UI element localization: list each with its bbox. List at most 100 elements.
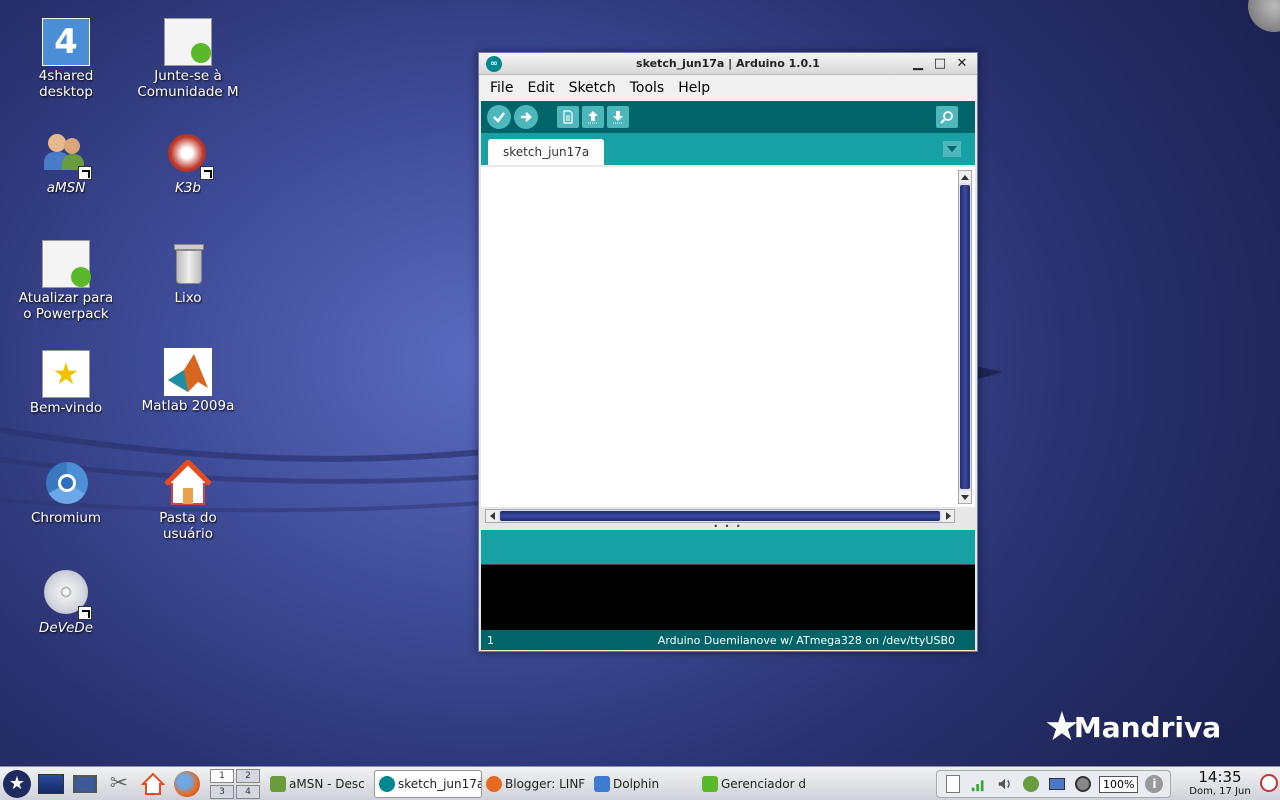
workspace-3[interactable]: 3 [210,784,234,799]
k3b-icon [164,130,214,180]
checkmark-icon [493,112,505,123]
desktop-icon-welcome[interactable]: ★ Bem-vindo [6,350,126,416]
scroll-left-icon[interactable] [486,510,498,522]
update-icon[interactable] [1073,774,1093,794]
workspace-4[interactable]: 4 [236,784,260,799]
desktop-icon-community[interactable]: Junte-se à Comunidade M [128,18,248,100]
open-button[interactable] [582,106,604,128]
desktop-icon-amsn[interactable]: aMSN [6,130,126,196]
launcher-firefox[interactable] [172,769,202,799]
trash-icon [164,240,212,288]
firefox-icon [174,770,200,797]
pane-splitter[interactable]: • • • [479,522,977,531]
window-title: sketch_jun17a | Arduino 1.0.1 [636,57,820,70]
amsn-icon [270,775,286,792]
desktop-icon-powerpack[interactable]: Atualizar para o Powerpack [6,240,126,322]
desktop-icon-label: Bem-vindo [29,400,103,416]
dolphin-icon [594,775,610,792]
info-icon[interactable]: i [1144,774,1164,794]
mandriva-logo: ★ Mandriva [1044,704,1221,750]
power-icon[interactable] [1260,774,1278,792]
board-info: Arduino Duemilanove w/ ATmega328 on /dev… [657,633,955,647]
line-number: 1 [487,633,494,647]
taskbar: ★ ✂ 1 2 3 4 aMSN - Desc sketch_jun17a Bl… [0,766,1280,800]
task-blogger[interactable]: Blogger: LINF [482,770,590,798]
vertical-scrollbar[interactable] [958,170,972,504]
battery-indicator[interactable]: 100% [1099,775,1139,793]
amsn-icon [42,130,92,180]
volume-icon[interactable] [995,774,1015,794]
home-icon [141,772,165,795]
save-button[interactable] [607,106,629,128]
4shared-icon: 4 [42,18,90,66]
new-button[interactable] [557,106,579,128]
vertical-scroll-thumb[interactable] [960,185,970,489]
console-output[interactable] [481,564,975,630]
menu-edit[interactable]: Edit [522,78,559,98]
close-icon[interactable]: ✕ [955,55,969,71]
community-icon [164,18,212,66]
task-label: Dolphin [613,776,660,791]
welcome-star-icon: ★ [42,350,90,398]
minimize-icon[interactable]: ▁ [911,55,925,71]
launcher-tools[interactable]: ✂ [104,769,134,799]
desktop-corner-button[interactable] [1248,0,1280,32]
horizontal-scroll-thumb[interactable] [500,511,940,521]
menu-file[interactable]: File [485,78,518,98]
start-menu-button[interactable]: ★ [2,769,32,799]
task-manager[interactable]: Gerenciador d [698,770,806,798]
desktop-icon-matlab[interactable]: Matlab 2009a [128,348,248,414]
desktop-icon-4shared[interactable]: 4 4shared desktop [6,18,126,100]
show-desktop-icon [38,773,64,794]
matlab-icon [164,348,212,396]
arrow-down-icon [613,111,623,124]
scroll-right-icon[interactable] [942,510,954,522]
desktop-icon-k3b[interactable]: K3b [128,130,248,196]
new-file-icon [563,110,573,124]
task-arduino[interactable]: sketch_jun17a [374,769,482,798]
mandriva-brand: Mandriva [1073,710,1222,744]
chromium-icon [42,460,90,508]
powerpack-icon [42,240,91,288]
amsn-tray-icon[interactable] [1021,774,1041,794]
menu-help[interactable]: Help [673,78,715,98]
clipboard-icon[interactable] [943,774,963,794]
maximize-icon[interactable]: □ [933,55,947,71]
tabbar: sketch_jun17a [481,133,975,165]
menu-tools[interactable]: Tools [625,78,670,98]
scroll-up-icon[interactable] [959,171,971,183]
removable-device-icon[interactable] [1047,774,1067,794]
window-titlebar[interactable]: ∞ sketch_jun17a | Arduino 1.0.1 ▁ □ ✕ [479,53,977,75]
serial-monitor-button[interactable] [936,106,958,128]
upload-button[interactable] [514,105,538,129]
home-icon [164,458,212,508]
desktop-icon-label: DeVeDe [38,620,94,636]
launcher-system[interactable] [70,769,100,799]
desktop-icon-home[interactable]: Pasta do usuário [128,458,248,542]
tab-menu-button[interactable] [943,141,961,157]
task-label: aMSN - Desc [289,776,365,791]
desktop-icon-label: K3b [174,180,201,196]
menu-sketch[interactable]: Sketch [564,78,621,98]
verify-button[interactable] [487,105,511,129]
clock-date: Dom, 17 Jun [1189,786,1251,797]
launcher-desktop[interactable] [36,769,66,799]
code-editor[interactable] [481,167,975,507]
desktop-icon-chromium[interactable]: Chromium [6,460,126,526]
workspace-1[interactable]: 1 [210,768,234,783]
task-dolphin[interactable]: Dolphin [590,770,698,798]
launcher-home[interactable] [138,769,168,799]
desktop-icon-trash[interactable]: Lixo [128,240,248,306]
network-signal-icon[interactable] [969,774,989,794]
task-amsn[interactable]: aMSN - Desc [266,770,374,798]
workspace-2[interactable]: 2 [236,768,260,783]
desktop-icon-label: 4shared desktop [38,68,94,100]
tools-icon: ✂ [109,771,129,796]
task-label: Blogger: LINF [505,776,586,791]
clock[interactable]: 14:35 Dom, 17 Jun [1188,768,1252,798]
clock-time: 14:35 [1198,768,1242,786]
footer-bar: 1 Arduino Duemilanove w/ ATmega328 on /d… [481,630,975,650]
tab-sketch[interactable]: sketch_jun17a [488,139,605,165]
desktop-icon-devede[interactable]: DeVeDe [6,570,126,636]
scroll-down-icon[interactable] [959,491,971,503]
